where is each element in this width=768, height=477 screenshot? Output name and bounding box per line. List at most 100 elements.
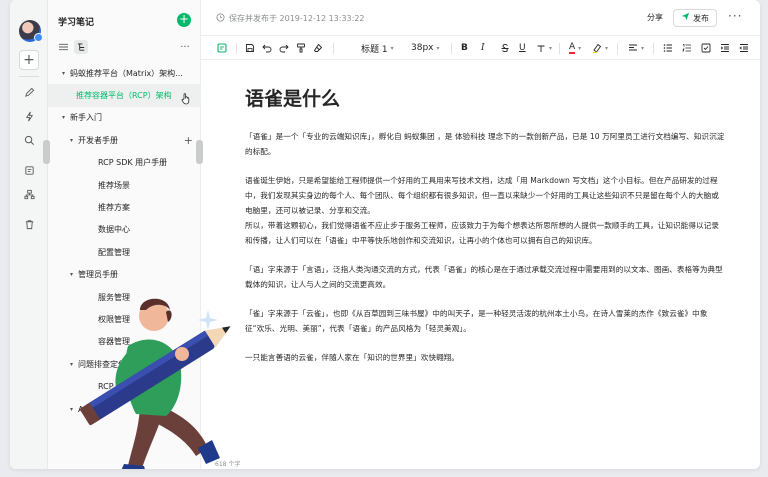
tree-item-label: 开发者手册 <box>78 135 118 145</box>
strikethrough-icon[interactable] <box>500 41 510 55</box>
italic-icon[interactable]: I <box>481 41 485 55</box>
tree-item-scenes[interactable]: 推荐场景 <box>48 174 201 196</box>
caret-down-icon[interactable]: ▾ <box>62 70 70 77</box>
document-body[interactable]: 语雀是什么 「语雀」是一个「专业的云端知识库」，孵化自 蚂蚁集团 ，是 体验科技… <box>245 84 725 365</box>
document-title[interactable]: 语雀是什么 <box>245 84 725 111</box>
clock-icon <box>216 13 225 25</box>
publish-button[interactable]: 发布 <box>673 9 717 27</box>
app-window: + 学习笔记 + ··· ▾ 蚂蚁推荐平台（Matrix）架构... 推荐容器平… <box>10 0 760 469</box>
font-size-value: 38px <box>411 43 434 53</box>
caret-down-icon[interactable]: ▾ <box>70 271 78 278</box>
paragraph[interactable]: 一只能言善语的云雀，伴随人家在「知识的世界里」欢快翱翔。 <box>245 350 725 365</box>
toolbar-divider <box>451 43 452 54</box>
tree-item-config[interactable]: 配置管理 <box>48 241 201 263</box>
paragraph[interactable]: 语雀诞生伊始，只是希望能给工程师提供一个好用的工具用来写技术文档，达成「用 Ma… <box>245 173 725 218</box>
caret-down-icon[interactable]: ▾ <box>70 137 78 144</box>
save-icon[interactable] <box>245 41 255 55</box>
add-child-icon[interactable]: + <box>184 134 193 147</box>
pencil-character-illustration <box>80 298 231 469</box>
chevron-down-icon: ▾ <box>605 44 609 52</box>
font-size-select[interactable]: 38px ▾ <box>411 41 440 55</box>
send-icon <box>681 12 690 24</box>
search-icon[interactable] <box>19 130 39 150</box>
outdent-icon[interactable] <box>739 41 749 55</box>
editor-area: 保存并发布于 2019-12-12 13:33:22 分享 发布 ··· 标题 … <box>201 0 760 469</box>
bullet-list-icon[interactable] <box>663 41 673 55</box>
heading-select-value: 标题 1 <box>361 44 388 55</box>
chevron-down-icon: ▾ <box>436 44 440 52</box>
editor-header: 保存并发布于 2019-12-12 13:33:22 分享 发布 ··· <box>201 0 760 36</box>
trash-icon[interactable] <box>19 214 39 234</box>
publish-label: 发布 <box>693 13 709 23</box>
highlight-icon[interactable]: ▾ <box>592 41 608 55</box>
tree-item-label: 推荐容器平台（RCP）架构 <box>76 91 172 101</box>
more-text-styles-icon[interactable]: ▾ <box>536 41 552 55</box>
toolbar-divider <box>653 43 654 54</box>
lightning-icon[interactable] <box>19 106 39 126</box>
icon-rail: + <box>10 0 48 469</box>
tree-item-label: 管理员手册 <box>78 270 118 280</box>
tree-item-label: 配置管理 <box>98 247 130 257</box>
sidebar-more-icon[interactable]: ··· <box>178 40 192 54</box>
heading-select[interactable]: 标题 1 ▾ <box>361 41 394 55</box>
chevron-down-icon: ▾ <box>578 44 582 52</box>
knowledge-base-title: 学习笔记 <box>58 18 95 28</box>
format-painter-icon[interactable] <box>296 41 306 55</box>
redo-icon[interactable] <box>279 41 289 55</box>
tree-item-label: 蚂蚁推荐平台（Matrix）架构... <box>70 68 183 78</box>
tree-item-label: 数据中心 <box>98 225 130 235</box>
align-icon[interactable]: ▾ <box>628 41 644 55</box>
tree-item-label: RCP SDK 用户手册 <box>98 158 168 168</box>
tree-item-label: 新手入门 <box>70 113 102 123</box>
chevron-down-icon: ▾ <box>390 44 394 52</box>
tree-item-data-center[interactable]: 数据中心 <box>48 219 201 241</box>
toolbar-divider <box>559 43 560 54</box>
paragraph[interactable]: 「语」字来源于「言语」，泛指人类沟通交流的方式，代表「语雀」的核心是在于通过承载… <box>245 262 725 292</box>
tree-item-rcp[interactable]: 推荐容器平台（RCP）架构 <box>48 84 201 107</box>
chevron-down-icon: ▾ <box>549 44 553 52</box>
add-doc-button[interactable]: + <box>177 13 191 27</box>
format-toolbar: 标题 1 ▾ 38px ▾ B I U ▾ A ▾ ▾ ▾ <box>201 36 760 60</box>
underline-icon[interactable]: U <box>519 41 526 55</box>
toolbar-divider <box>236 43 237 54</box>
tree-item-sdk[interactable]: RCP SDK 用户手册 <box>48 152 201 174</box>
paragraph[interactable]: 「雀」字来源于「云雀」，也即《从百草园到三味书屋》中的叫天子，是一种轻灵活泼的杭… <box>245 306 725 336</box>
indent-icon[interactable] <box>720 41 730 55</box>
rail-divider <box>19 76 39 77</box>
hand-cursor-icon <box>181 93 191 108</box>
tree-item-getting-started[interactable]: ▾ 新手入门 <box>48 107 201 129</box>
task-list-icon[interactable] <box>701 41 711 55</box>
bold-icon[interactable]: B <box>461 41 468 55</box>
share-button[interactable]: 分享 <box>647 12 663 23</box>
avatar-badge <box>34 33 43 42</box>
library-icon[interactable] <box>19 160 39 180</box>
new-item-icon[interactable]: + <box>19 50 39 70</box>
ordered-list-icon[interactable] <box>682 41 692 55</box>
more-icon[interactable]: ··· <box>728 9 742 23</box>
save-status: 保存并发布于 2019-12-12 13:33:22 <box>229 14 365 23</box>
tree-item-label: 推荐方案 <box>98 203 130 213</box>
list-view-icon[interactable] <box>56 40 70 54</box>
clear-format-icon[interactable] <box>313 41 323 55</box>
chevron-down-icon: ▾ <box>641 44 645 52</box>
font-color-icon[interactable]: A ▾ <box>569 41 581 55</box>
tree-item-matrix[interactable]: ▾ 蚂蚁推荐平台（Matrix）架构... <box>48 62 201 84</box>
tree-view-icon[interactable] <box>74 40 88 54</box>
pen-icon[interactable] <box>19 82 39 102</box>
caret-down-icon[interactable]: ▾ <box>62 114 70 121</box>
paragraph[interactable]: 所以，带着这颗初心，我们觉得语雀不应止步于服务工程师，应该致力于为每个想表达所思… <box>245 218 725 248</box>
tree-item-plans[interactable]: 推荐方案 <box>48 196 201 218</box>
slate-icon[interactable] <box>217 41 227 55</box>
rail-resize-handle[interactable] <box>43 140 50 164</box>
toolbar-divider <box>617 43 618 54</box>
tree-item-admin-handbook[interactable]: ▾ 管理员手册 <box>48 264 201 286</box>
org-icon[interactable] <box>19 184 39 204</box>
paragraph[interactable]: 「语雀」是一个「专业的云端知识库」，孵化自 蚂蚁集团 ，是 体验科技 理念下的一… <box>245 129 725 159</box>
undo-icon[interactable] <box>262 41 272 55</box>
tree-item-label: 推荐场景 <box>98 180 130 190</box>
tree-item-dev-handbook[interactable]: ▾ 开发者手册 + <box>48 129 201 151</box>
